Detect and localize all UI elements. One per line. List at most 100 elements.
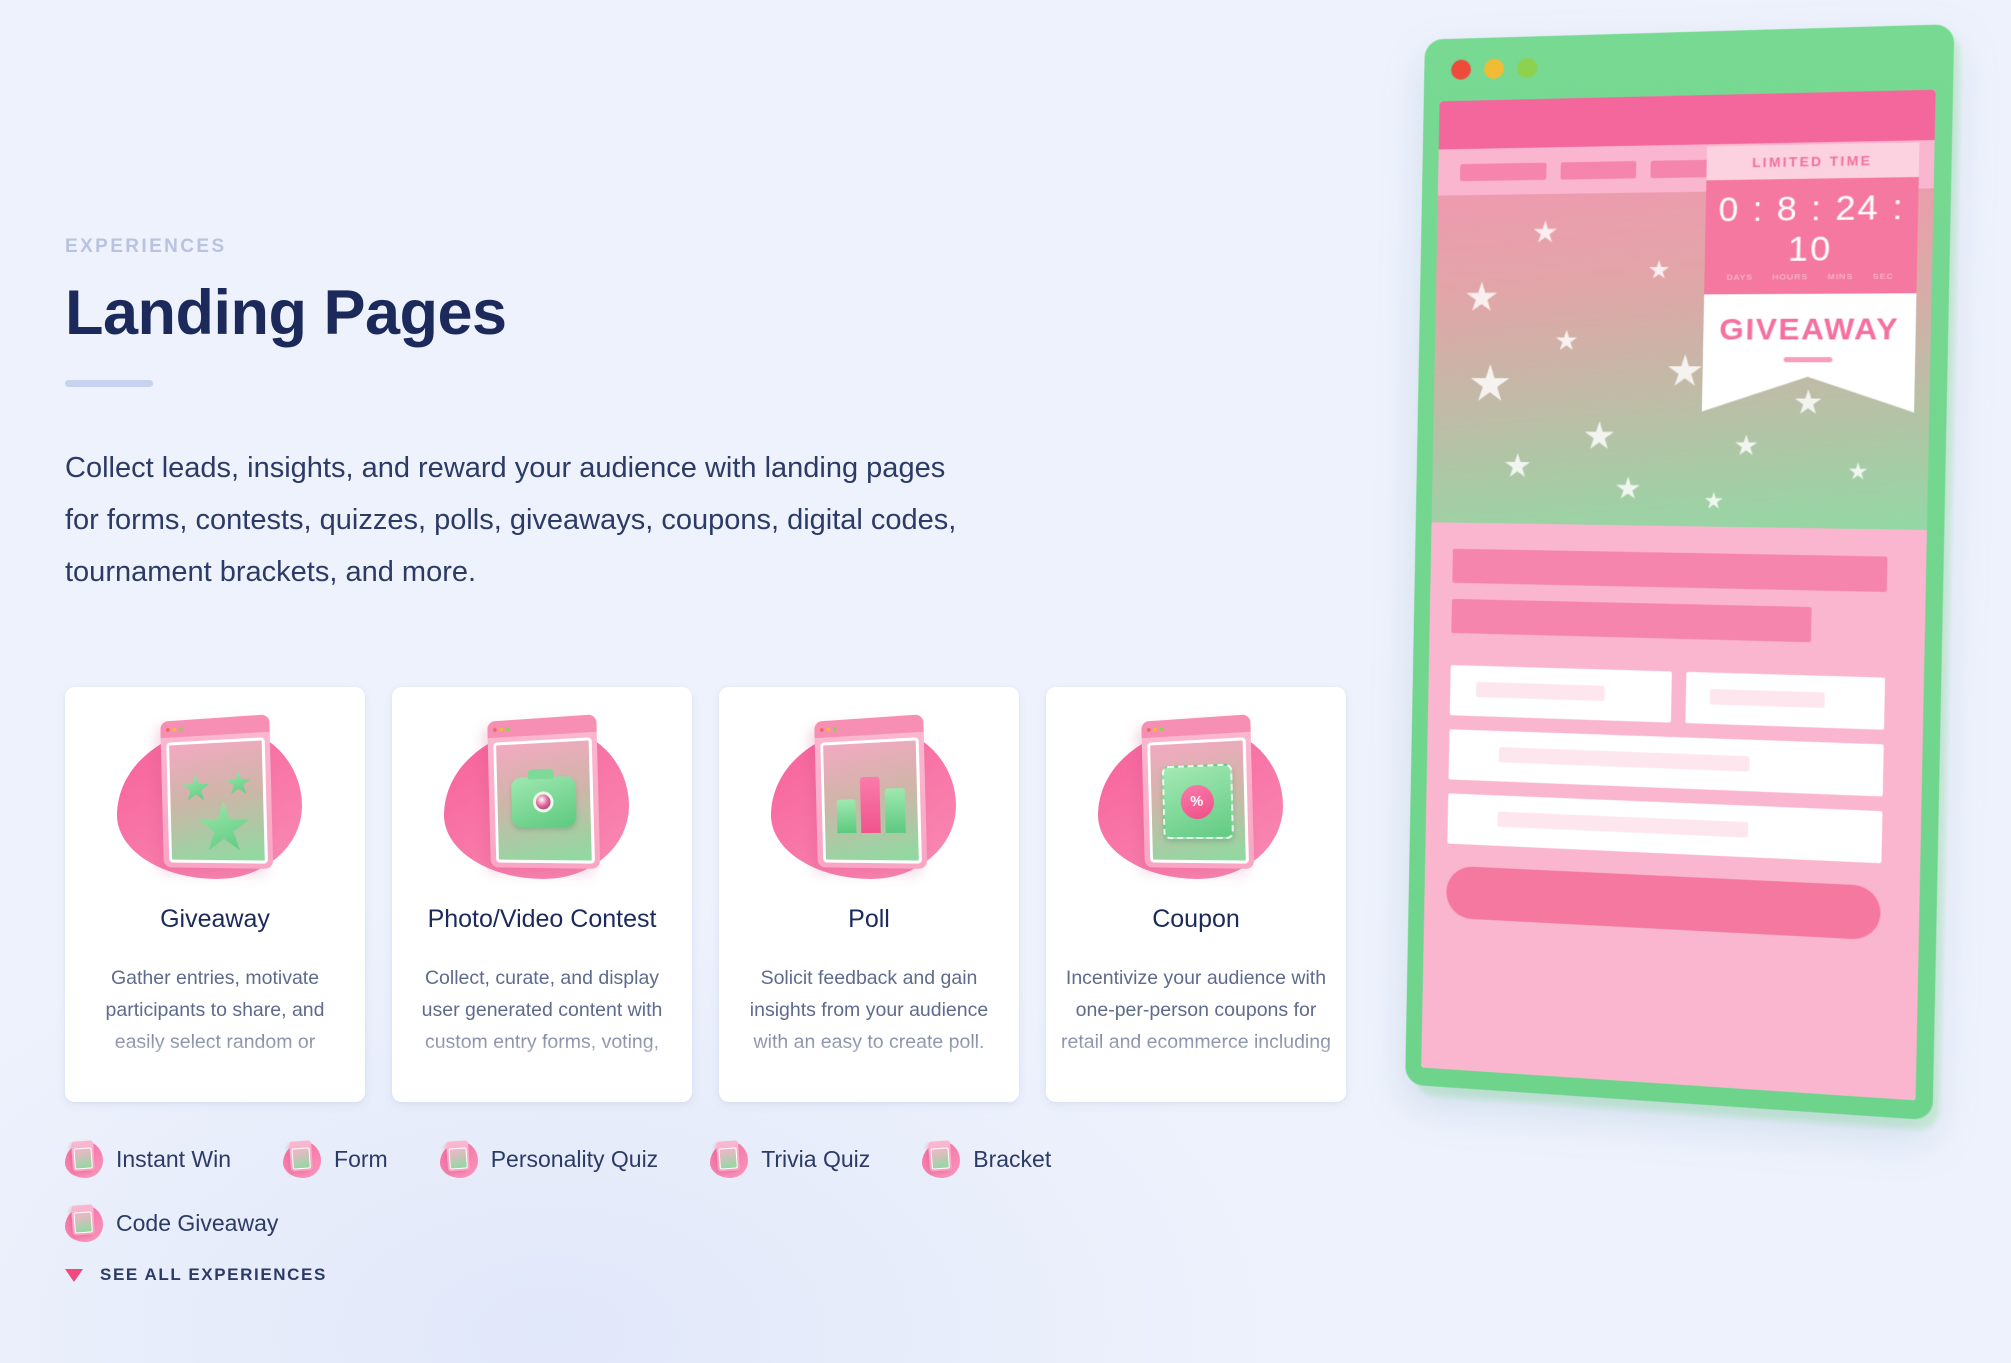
giveaway-stars-icon <box>65 687 365 899</box>
nav-pill <box>1459 162 1547 181</box>
hero-star <box>1704 492 1723 511</box>
card-desc-line: participants to share, and <box>105 999 325 1021</box>
title-underline-rule <box>65 380 153 388</box>
mini-dot-yellow <box>1153 726 1158 732</box>
mockup-viewport: LIMITED TIME 0 : 8 : 24 : 10 DAYS HOURS … <box>1421 89 1936 1101</box>
mini-dot-green <box>178 726 183 731</box>
chip-label: Code Giveaway <box>116 1209 279 1236</box>
banner-underline <box>1783 357 1833 363</box>
form-field-first-name[interactable] <box>1449 665 1672 723</box>
star-small-left <box>181 773 210 804</box>
card-desc-line: Incentivize your audience with <box>1065 967 1327 989</box>
countdown-clock: 0 : 8 : 24 : 10 DAYS HOURS MINS SEC <box>1704 177 1919 295</box>
card-title: Poll <box>848 905 890 933</box>
poll-bar-chart-icon <box>719 687 1019 899</box>
card-desc-line: retail and ecommerce including <box>1061 1031 1331 1053</box>
form-field-last-name[interactable] <box>1685 671 1886 730</box>
countdown-days: 0 <box>1718 190 1741 230</box>
skeleton-heading-bar <box>1452 548 1888 593</box>
countdown-sep: : <box>1810 188 1824 229</box>
page-root: EXPERIENCES Landing Pages Collect leads,… <box>0 0 2011 1363</box>
instant-win-icon <box>65 1140 103 1178</box>
mini-dot-red <box>492 727 497 732</box>
chip-label: Personality Quiz <box>490 1145 659 1172</box>
hero-star <box>1504 453 1531 480</box>
card-desc-line: custom entry forms, voting, <box>424 1031 660 1053</box>
mini-dot-red <box>819 727 824 732</box>
form-field-extra[interactable] <box>1447 793 1883 864</box>
window-dot-red[interactable] <box>1450 59 1472 80</box>
mockup-hero: LIMITED TIME 0 : 8 : 24 : 10 DAYS HOURS … <box>1431 89 1936 531</box>
chip-row-secondary: Code Giveaway <box>65 1204 1385 1242</box>
experience-card-coupon[interactable]: % Coupon Incentivize your audience with … <box>1046 687 1346 1102</box>
hero-star <box>1465 281 1498 313</box>
coupon-percent-icon: % <box>1046 687 1346 899</box>
card-desc-line: Gather entries, motivate <box>110 967 320 989</box>
card-description: Incentivize your audience with one-per-p… <box>1046 962 1346 1102</box>
card-desc-line: one-per-person coupons for <box>1075 999 1317 1021</box>
chip-instant-win[interactable]: Instant Win <box>65 1140 231 1178</box>
form-submit-button[interactable] <box>1445 865 1881 941</box>
countdown-label-hours: HOURS <box>1772 272 1809 282</box>
card-title: Coupon <box>1152 905 1240 933</box>
landing-page-preview-mockup: LIMITED TIME 0 : 8 : 24 : 10 DAYS HOURS … <box>1405 24 1961 1132</box>
card-title: Giveaway <box>160 905 270 933</box>
chip-bracket[interactable]: Bracket <box>922 1140 1051 1178</box>
star-small-right <box>225 770 252 797</box>
experience-card-giveaway[interactable]: Giveaway Gather entries, motivate partic… <box>65 687 365 1102</box>
see-all-experiences-link[interactable]: SEE ALL EXPERIENCES <box>65 1265 327 1285</box>
percent-badge-icon: % <box>1179 783 1214 819</box>
chip-label: Trivia Quiz <box>761 1145 871 1172</box>
countdown-seconds: 10 <box>1787 229 1833 270</box>
mini-browser-window <box>487 714 601 869</box>
experience-card-photo-video-contest[interactable]: Photo/Video Contest Collect, curate, and… <box>392 687 692 1102</box>
section-header: EXPERIENCES Landing Pages Collect leads,… <box>65 236 1365 598</box>
mini-dot-yellow <box>826 726 831 732</box>
mini-browser-window: % <box>1141 714 1255 869</box>
bar-green-mid <box>884 787 906 833</box>
personality-quiz-icon <box>439 1140 478 1178</box>
card-desc-line: Solicit feedback and gain <box>760 967 978 989</box>
giveaway-banner-text: GIVEAWAY <box>1719 312 1900 347</box>
photo-video-camera-icon <box>392 687 692 899</box>
hero-star <box>1848 462 1868 481</box>
card-title: Photo/Video Contest <box>427 905 657 933</box>
coupon-tile-icon: % <box>1161 762 1234 839</box>
hero-star <box>1648 260 1669 281</box>
hero-star <box>1615 476 1640 501</box>
bar-pink-tall <box>859 776 881 833</box>
card-desc-line: easily select random or <box>114 1031 316 1053</box>
chip-label: Instant Win <box>116 1145 232 1172</box>
chip-label: Form <box>334 1145 388 1172</box>
bracket-icon <box>922 1140 961 1178</box>
mini-dot-red <box>1146 727 1151 732</box>
experience-card-grid: Giveaway Gather entries, motivate partic… <box>65 687 1346 1102</box>
chip-trivia-quiz[interactable]: Trivia Quiz <box>710 1140 870 1178</box>
experience-card-poll[interactable]: Poll Solicit feedback and gain insights … <box>719 687 1019 1102</box>
card-desc-line: insights from your audience <box>749 999 989 1021</box>
countdown-widget: LIMITED TIME 0 : 8 : 24 : 10 DAYS HOURS … <box>1702 142 1920 377</box>
chip-code-giveaway[interactable]: Code Giveaway <box>65 1204 278 1242</box>
mini-dot-green <box>832 726 837 731</box>
trivia-quiz-icon <box>710 1140 749 1178</box>
page-title: Landing Pages <box>65 278 507 348</box>
form-field-email[interactable] <box>1448 729 1884 797</box>
window-dot-yellow[interactable] <box>1483 58 1505 80</box>
mini-dot-yellow <box>499 726 504 732</box>
card-description: Collect, curate, and display user genera… <box>392 962 692 1102</box>
mini-dot-green <box>1159 726 1164 731</box>
giveaway-banner: GIVEAWAY <box>1702 293 1917 377</box>
mockup-titlebar <box>1424 24 1955 102</box>
chip-label: Bracket <box>973 1145 1052 1172</box>
bar-chart-icon <box>835 769 906 833</box>
chip-form[interactable]: Form <box>283 1140 388 1178</box>
countdown-minutes: 24 <box>1834 188 1881 229</box>
countdown-sep: : <box>1752 189 1765 230</box>
star-large <box>197 800 252 855</box>
hero-star <box>1734 434 1758 457</box>
chip-personality-quiz[interactable]: Personality Quiz <box>439 1140 659 1178</box>
window-dot-green[interactable] <box>1516 57 1538 79</box>
section-eyebrow: EXPERIENCES <box>65 236 227 257</box>
hero-star <box>1470 364 1511 404</box>
experience-chip-list: Instant Win Form Personality Quiz Trivia… <box>65 1140 1385 1268</box>
